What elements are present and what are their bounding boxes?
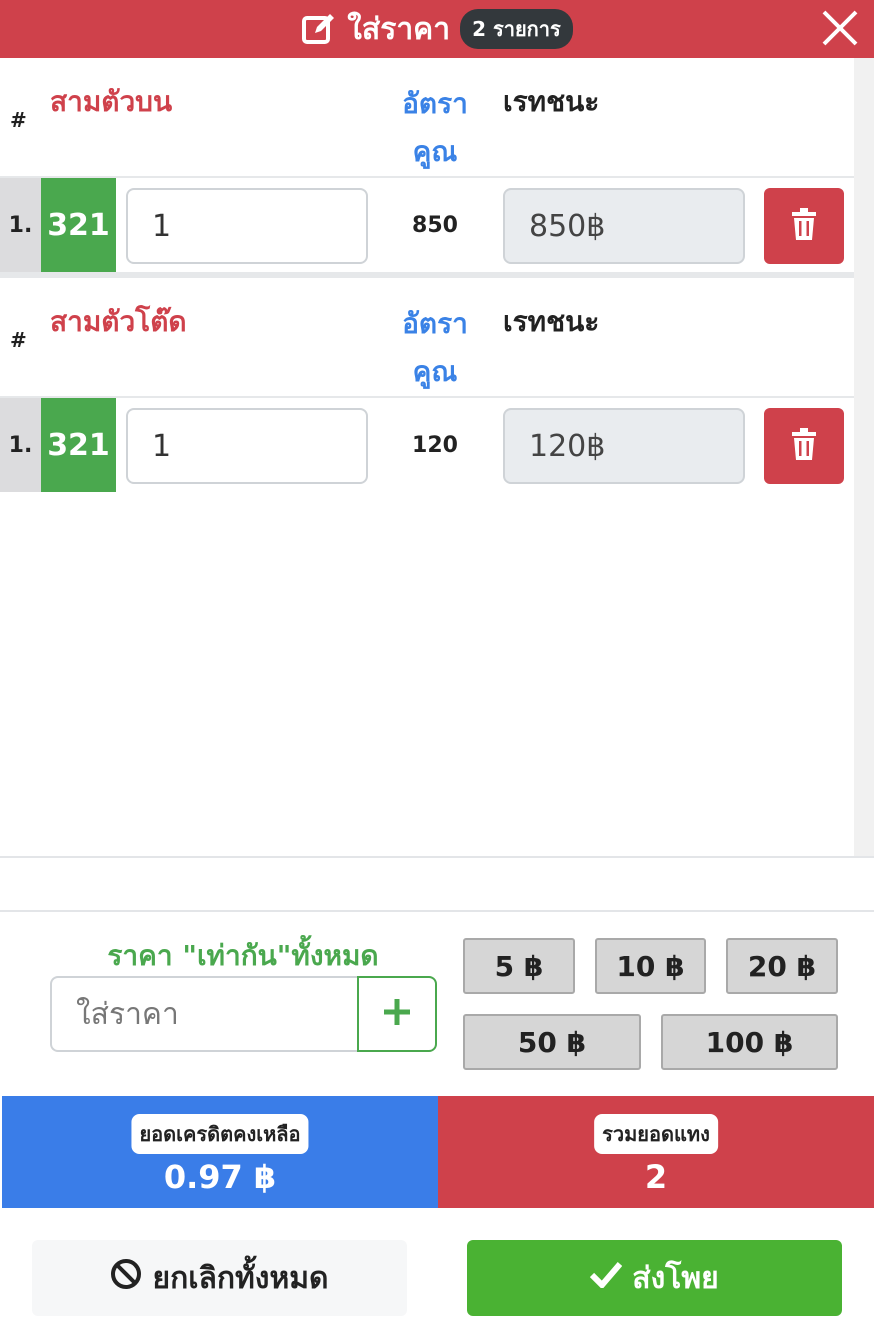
rate-label: อัตรา คูณ <box>402 307 468 388</box>
win-label: เรทชนะ <box>503 85 600 118</box>
bet-number: 321 <box>41 178 116 272</box>
group-name: สามตัวบน <box>50 85 173 118</box>
row-index: 1. <box>0 178 41 272</box>
quick-amount-5[interactable]: 5 ฿ <box>463 938 575 994</box>
bet-list[interactable]: # สามตัวบน อัตรา คูณ เรทชนะ 1. 321 1 850… <box>0 58 854 856</box>
total-label: รวมยอดแทง <box>594 1114 718 1154</box>
quick-amount-10[interactable]: 10 ฿ <box>595 938 706 994</box>
rate-label: อัตรา คูณ <box>402 87 468 168</box>
bet-number: 321 <box>41 398 116 492</box>
credit-panel: ยอดเครดิตคงเหลือ 0.97 ฿ <box>2 1096 438 1208</box>
table-row: 1. 321 1 120 120฿ <box>0 396 854 492</box>
win-label: เรทชนะ <box>503 305 600 338</box>
add-price-button[interactable] <box>357 976 437 1052</box>
win-value: 120฿ <box>503 408 745 484</box>
group-header: # สามตัวบน อัตรา คูณ เรทชนะ <box>0 58 854 176</box>
group-name: สามตัวโต๊ด <box>50 305 187 338</box>
cancel-label: ยกเลิกทั้งหมด <box>152 1260 329 1296</box>
trash-icon <box>790 208 818 244</box>
hash-label: # <box>10 328 27 352</box>
amount-input[interactable]: 1 <box>126 408 368 484</box>
total-value: 2 <box>644 1158 668 1196</box>
amount-input[interactable]: 1 <box>126 188 368 264</box>
header-title-wrap: ใส่ราคา 2 รายการ <box>301 6 573 53</box>
delete-button[interactable] <box>764 188 844 264</box>
plus-icon <box>382 997 412 1031</box>
quick-amount-20[interactable]: 20 ฿ <box>726 938 838 994</box>
delete-button[interactable] <box>764 408 844 484</box>
cancel-all-button[interactable]: ยกเลิกทั้งหมด <box>32 1240 407 1316</box>
credit-value: 0.97 ฿ <box>163 1158 277 1196</box>
rate-value: 120 <box>412 432 458 458</box>
page-title: ใส่ราคา <box>347 11 451 47</box>
ban-icon <box>110 1258 142 1298</box>
check-icon <box>590 1260 623 1296</box>
submit-button[interactable]: ส่งโพย <box>467 1240 842 1316</box>
table-row: 1. 321 1 850 850฿ <box>0 176 854 278</box>
price-all-input[interactable]: ใส่ราคา <box>50 976 358 1052</box>
same-price-label: ราคา "เท่ากัน"ทั้งหมด <box>107 939 379 972</box>
close-icon[interactable] <box>820 8 860 48</box>
submit-label: ส่งโพย <box>632 1260 719 1296</box>
scrollbar[interactable] <box>854 58 874 856</box>
quick-amount-100[interactable]: 100 ฿ <box>661 1014 838 1070</box>
row-index: 1. <box>0 398 41 492</box>
group-header: # สามตัวโต๊ด อัตรา คูณ เรทชนะ <box>0 278 854 396</box>
item-count-badge: 2 รายการ <box>460 9 573 49</box>
divider <box>0 910 874 912</box>
divider <box>0 856 874 858</box>
win-value: 850฿ <box>503 188 745 264</box>
total-panel: รวมยอดแทง 2 <box>438 1096 874 1208</box>
credit-label: ยอดเครดิตคงเหลือ <box>131 1114 309 1154</box>
hash-label: # <box>10 108 27 132</box>
trash-icon <box>790 428 818 464</box>
edit-icon <box>301 11 337 47</box>
modal-header: ใส่ราคา 2 รายการ <box>0 0 874 58</box>
rate-value: 850 <box>412 212 458 238</box>
quick-amount-50[interactable]: 50 ฿ <box>463 1014 641 1070</box>
